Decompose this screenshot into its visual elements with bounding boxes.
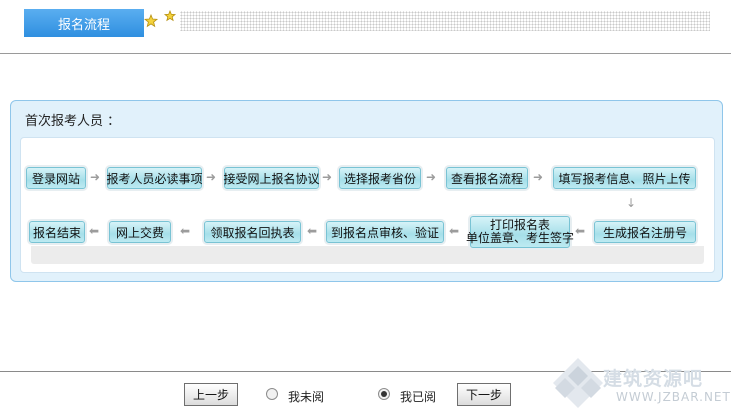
watermark-logo-icon bbox=[553, 358, 603, 408]
step-select-province[interactable]: 选择报考省份 bbox=[339, 167, 421, 189]
step-generate-registration-number[interactable]: 生成报名注册号 bbox=[594, 221, 696, 243]
watermark-url: WWW.JZBAR.NET bbox=[616, 390, 731, 404]
step-online-payment[interactable]: 网上交费 bbox=[109, 221, 171, 243]
step-label: 选择报考省份 bbox=[343, 171, 416, 186]
step-fill-info-upload-photo[interactable]: 填写报考信息、照片上传 bbox=[553, 167, 696, 189]
process-panel: 首次报考人员 ： bbox=[10, 100, 723, 282]
step-label: 查看报名流程 bbox=[450, 171, 523, 186]
header-divider bbox=[0, 53, 731, 54]
arrow-right-icon: ➜ bbox=[322, 170, 333, 184]
step-label: 报考人员必读事项 bbox=[106, 171, 203, 186]
panel-title: 首次报考人员 ： bbox=[25, 114, 121, 129]
next-step-label: 下一步 bbox=[465, 388, 502, 402]
arrow-right-icon: ➜ bbox=[90, 170, 101, 184]
tab-registration-process[interactable]: 报名流程 bbox=[24, 9, 144, 37]
arrow-left-icon: ⬅ bbox=[575, 224, 586, 238]
stars-icon bbox=[144, 10, 177, 28]
arrow-left-icon: ⬅ bbox=[449, 224, 460, 238]
next-step-button[interactable]: 下一步 bbox=[457, 383, 511, 406]
unread-radio[interactable] bbox=[266, 388, 278, 400]
arrow-left-icon: ⬅ bbox=[307, 224, 318, 238]
unread-label: 我未阅 bbox=[288, 390, 325, 404]
step-label: 到报名点审核、验证 bbox=[330, 225, 439, 240]
flow-footer-band bbox=[31, 246, 704, 264]
step-view-process[interactable]: 查看报名流程 bbox=[446, 167, 528, 189]
step-label: 报名结束 bbox=[33, 225, 82, 240]
step-label-line2: 单位盖章、考生签字 bbox=[466, 231, 575, 245]
arrow-left-icon: ⬅ bbox=[180, 224, 191, 238]
prev-step-label: 上一步 bbox=[192, 388, 229, 402]
read-radio[interactable] bbox=[378, 388, 390, 400]
step-read-notice[interactable]: 报考人员必读事项 bbox=[106, 167, 203, 189]
step-label: 生成报名注册号 bbox=[602, 225, 687, 240]
step-login[interactable]: 登录网站 bbox=[26, 167, 86, 189]
arrow-right-icon: ➜ bbox=[206, 170, 217, 184]
prev-step-button[interactable]: 上一步 bbox=[184, 383, 238, 406]
step-label: 登录网站 bbox=[31, 171, 80, 186]
step-receive-receipt[interactable]: 领取报名回执表 bbox=[204, 221, 301, 243]
read-label: 我已阅 bbox=[400, 390, 437, 404]
step-label: 填写报考信息、照片上传 bbox=[558, 171, 691, 186]
step-label: 网上交费 bbox=[115, 225, 164, 240]
step-review-verify[interactable]: 到报名点审核、验证 bbox=[326, 221, 444, 243]
flow-container bbox=[20, 137, 715, 273]
arrow-left-icon: ⬅ bbox=[89, 224, 100, 238]
watermark-text: 建筑资源吧 bbox=[603, 368, 704, 390]
step-label: 领取报名回执表 bbox=[210, 225, 295, 240]
tab-label: 报名流程 bbox=[57, 17, 110, 33]
arrow-down-icon: ↓ bbox=[626, 196, 637, 210]
header-dotted-band bbox=[180, 11, 710, 31]
step-label: 接受网上报名协议 bbox=[223, 171, 320, 186]
step-print-form-sign[interactable]: 打印报名表 单位盖章、考生签字 bbox=[466, 216, 574, 248]
arrow-right-icon: ➜ bbox=[426, 170, 437, 184]
step-end[interactable]: 报名结束 bbox=[29, 221, 85, 243]
step-accept-agreement[interactable]: 接受网上报名协议 bbox=[223, 167, 320, 189]
arrow-right-icon: ➜ bbox=[533, 170, 544, 184]
